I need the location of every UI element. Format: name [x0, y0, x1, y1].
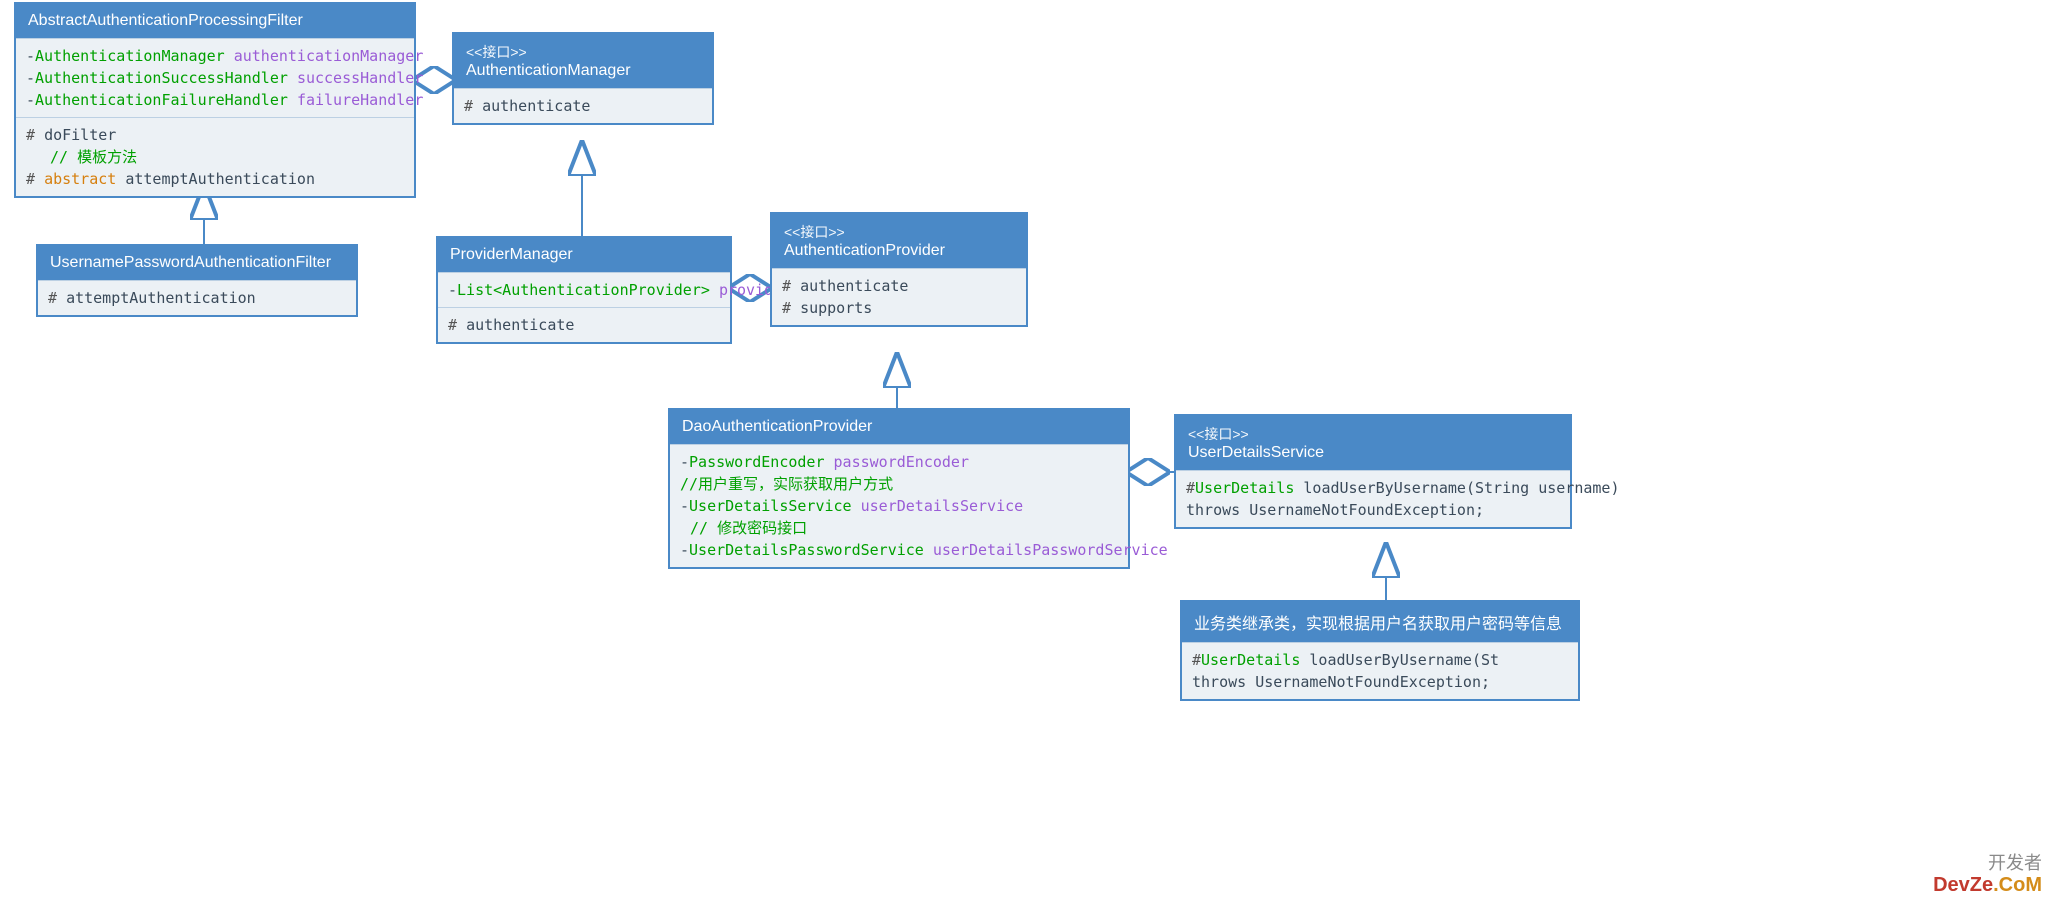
ops-section: # doFilter // 模板方法 # abstract attemptAut… — [16, 117, 414, 196]
watermark: 开发者 DevZe.CoM — [1933, 852, 2042, 896]
class-title: AbstractAuthenticationProcessingFilter — [16, 4, 414, 38]
ops-section: #UserDetails loadUserByUsername(St throw… — [1182, 642, 1578, 699]
class-upaf: UsernamePasswordAuthenticationFilter # a… — [36, 244, 358, 317]
attr-section: -AuthenticationManager authenticationMan… — [16, 38, 414, 117]
class-title: 业务类继承类，实现根据用户名获取用户密码等信息 — [1182, 602, 1578, 642]
class-title: UsernamePasswordAuthenticationFilter — [38, 246, 356, 280]
attr-section: -PasswordEncoder passwordEncoder //用户重写，… — [670, 444, 1128, 567]
class-am: <<接口>> AuthenticationManager # authentic… — [452, 32, 714, 125]
ops-section: # authenticate — [438, 307, 730, 342]
class-aapf: AbstractAuthenticationProcessingFilter -… — [14, 2, 416, 198]
class-biz: 业务类继承类，实现根据用户名获取用户密码等信息 #UserDetails loa… — [1180, 600, 1580, 701]
ops-section: # attemptAuthentication — [38, 280, 356, 315]
ops-section: # authenticate # supports — [772, 268, 1026, 325]
ops-section: #UserDetails loadUserByUsername(String u… — [1176, 470, 1570, 527]
attr-section: -List<AuthenticationProvider> providers — [438, 272, 730, 307]
class-title: ProviderManager — [438, 238, 730, 272]
ops-section: # authenticate — [454, 88, 712, 123]
class-dap: DaoAuthenticationProvider -PasswordEncod… — [668, 408, 1130, 569]
class-pm: ProviderManager -List<AuthenticationProv… — [436, 236, 732, 344]
class-title: <<接口>> AuthenticationManager — [454, 34, 712, 88]
class-title: <<接口>> AuthenticationProvider — [772, 214, 1026, 268]
class-title: DaoAuthenticationProvider — [670, 410, 1128, 444]
class-uds: <<接口>> UserDetailsService #UserDetails l… — [1174, 414, 1572, 529]
class-title: <<接口>> UserDetailsService — [1176, 416, 1570, 470]
class-ap: <<接口>> AuthenticationProvider # authenti… — [770, 212, 1028, 327]
